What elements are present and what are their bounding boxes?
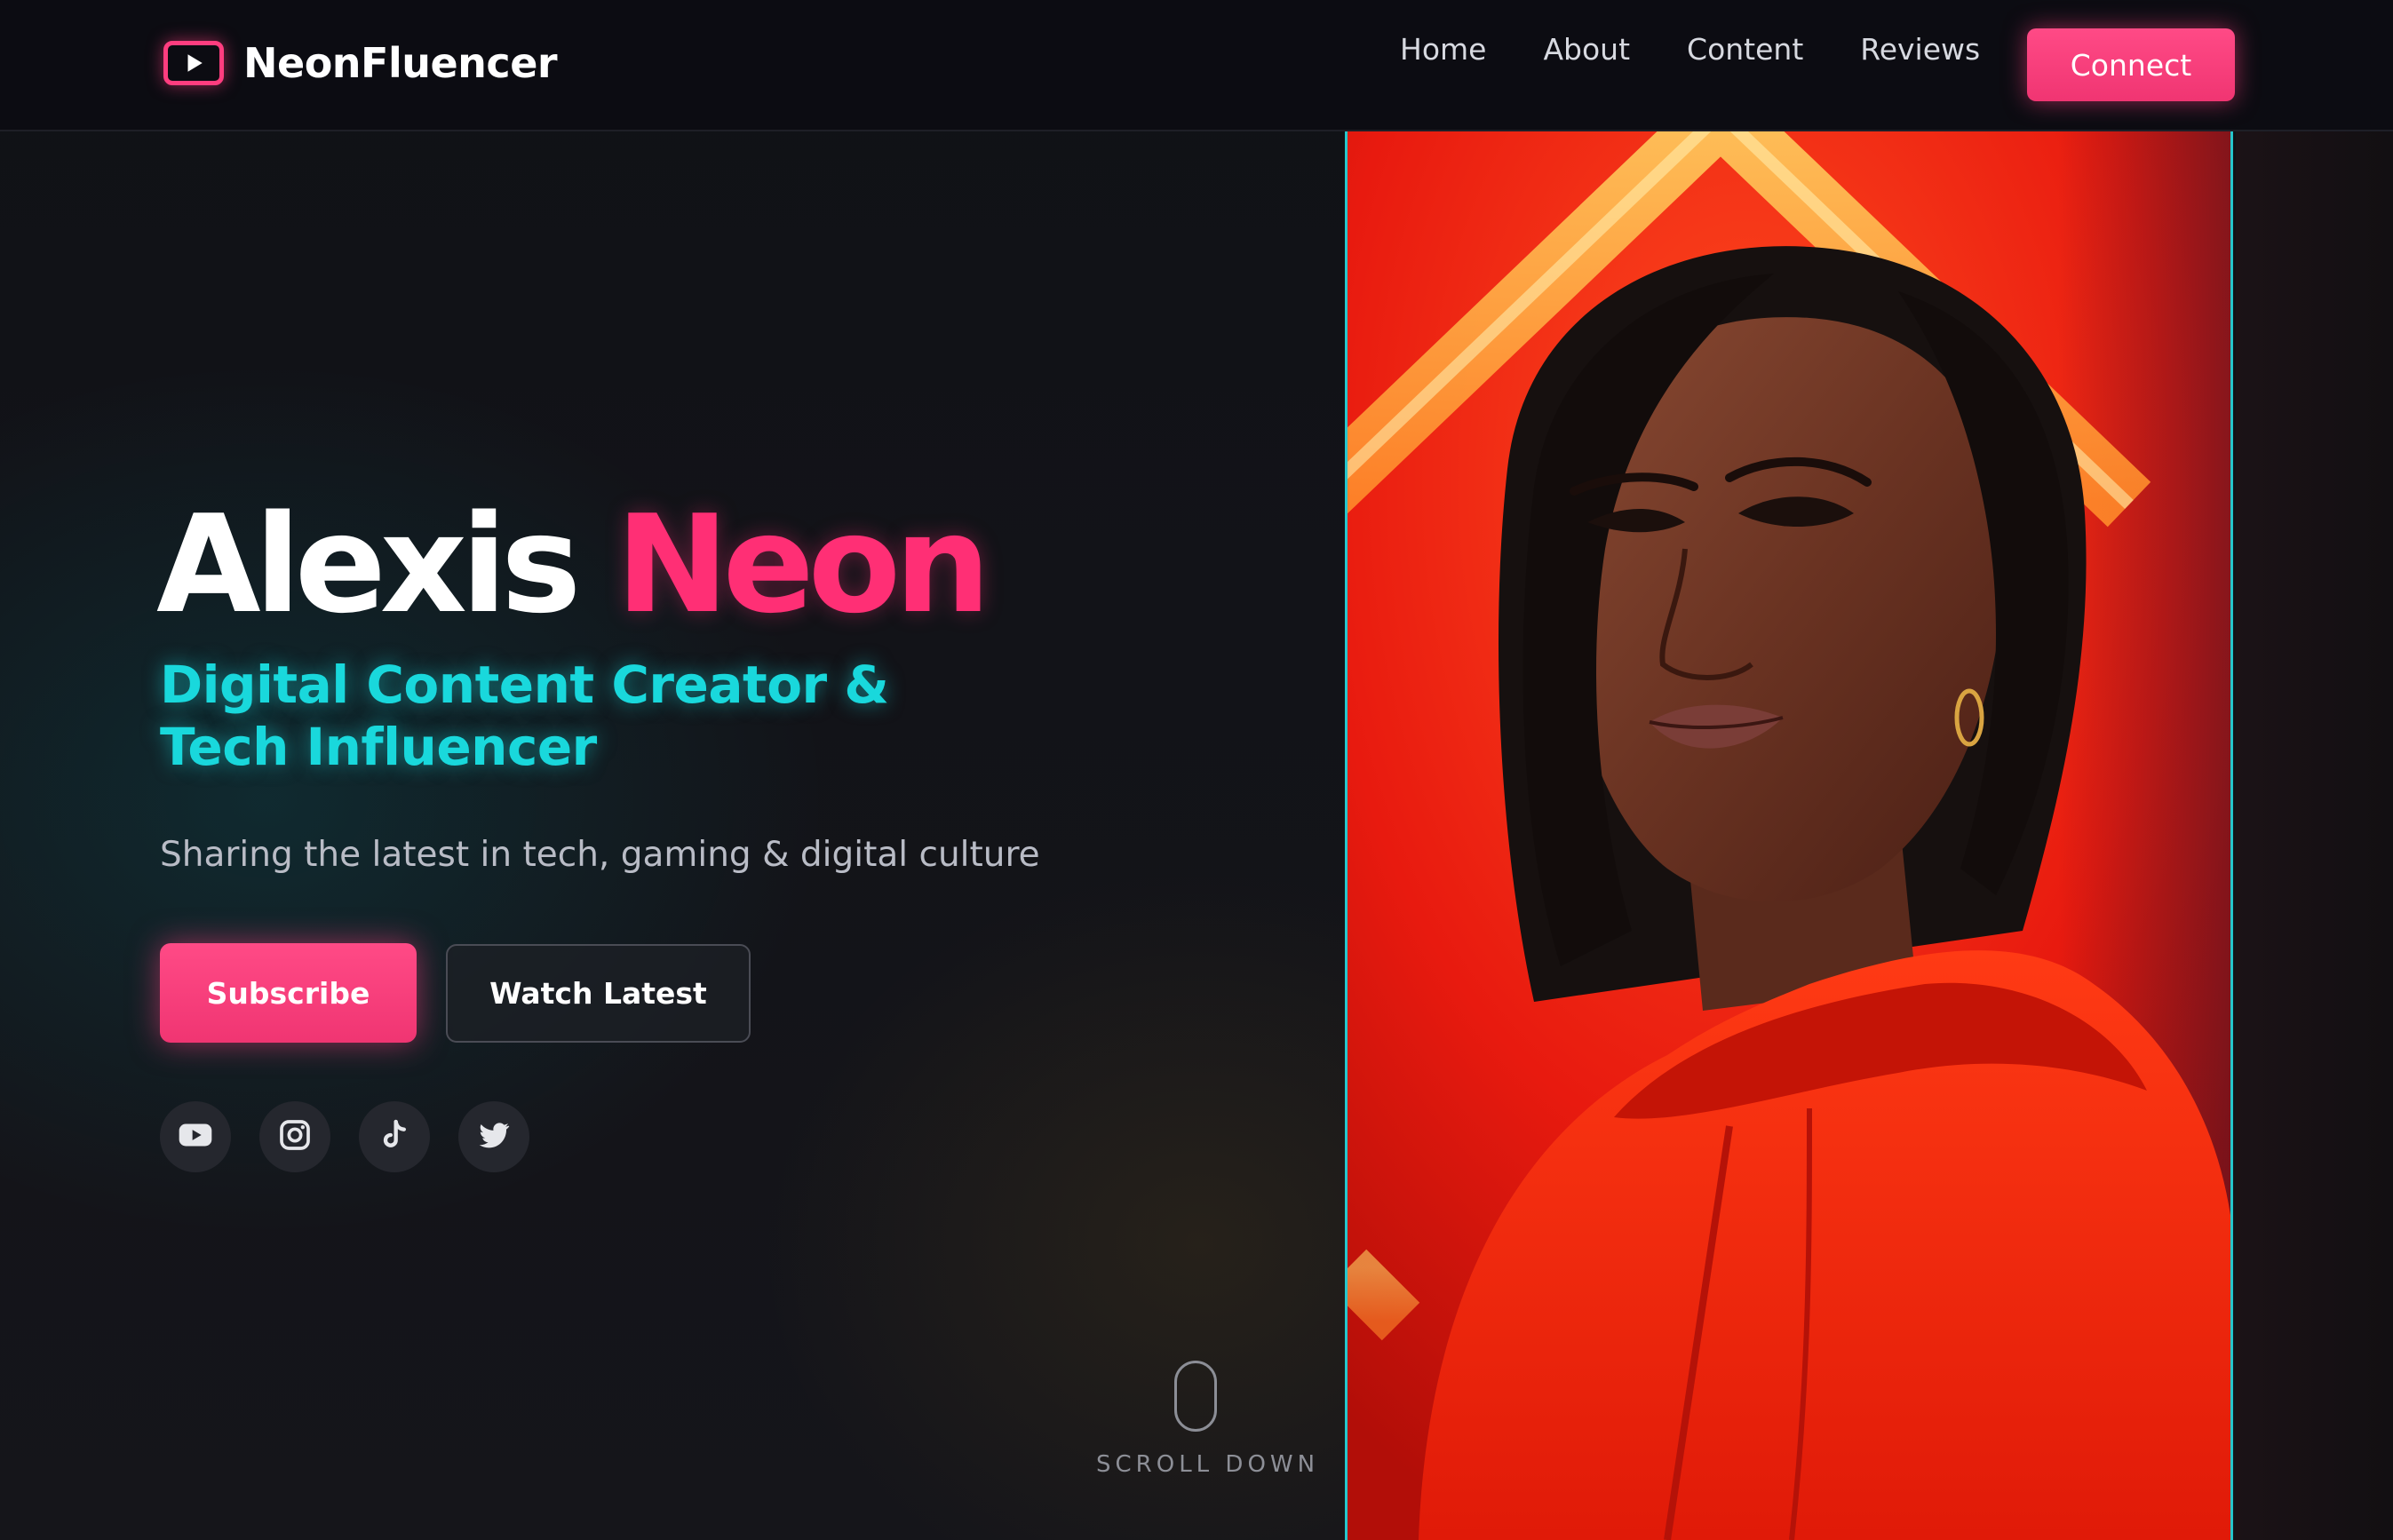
nav-reviews-link[interactable]: Reviews <box>1860 32 1980 67</box>
logo[interactable]: NeonFluencer <box>163 39 558 87</box>
social-links <box>160 1101 529 1172</box>
hero-subtitle: Digital Content Creator & Tech Influence… <box>160 655 889 777</box>
instagram-icon <box>277 1117 313 1156</box>
page: NeonFluencer Home About Content Reviews … <box>0 0 2393 1540</box>
play-icon <box>163 41 224 85</box>
tiktok-link[interactable] <box>359 1101 430 1172</box>
instagram-link[interactable] <box>259 1101 330 1172</box>
youtube-link[interactable] <box>160 1101 231 1172</box>
scroll-down-label[interactable]: SCROLL DOWN <box>1096 1451 1319 1478</box>
nav-about-link[interactable]: About <box>1543 32 1630 67</box>
twitter-icon <box>476 1117 512 1156</box>
brand-name: NeonFluencer <box>243 39 558 87</box>
hero-tagline: Sharing the latest in tech, gaming & dig… <box>160 835 1040 875</box>
hero-title: Alexis Neon <box>156 497 990 632</box>
nav-home-link[interactable]: Home <box>1400 32 1486 67</box>
mouse-icon[interactable] <box>1174 1361 1217 1432</box>
portrait-illustration <box>1348 131 2230 1540</box>
hero-first-name: Alexis <box>156 486 581 643</box>
youtube-icon <box>178 1117 213 1156</box>
subscribe-button[interactable]: Subscribe <box>160 943 417 1043</box>
connect-button[interactable]: Connect <box>2027 28 2235 101</box>
nav-content-link[interactable]: Content <box>1687 32 1803 67</box>
site-header: NeonFluencer Home About Content Reviews … <box>0 0 2393 131</box>
profile-photo <box>1345 131 2233 1540</box>
right-edge-shade <box>2236 131 2393 1540</box>
hero-last-name: Neon <box>616 486 990 643</box>
main-nav: Home About Content Reviews <box>1400 32 1980 67</box>
twitter-link[interactable] <box>458 1101 529 1172</box>
watch-latest-button[interactable]: Watch Latest <box>446 944 751 1043</box>
tiktok-icon <box>377 1117 412 1156</box>
